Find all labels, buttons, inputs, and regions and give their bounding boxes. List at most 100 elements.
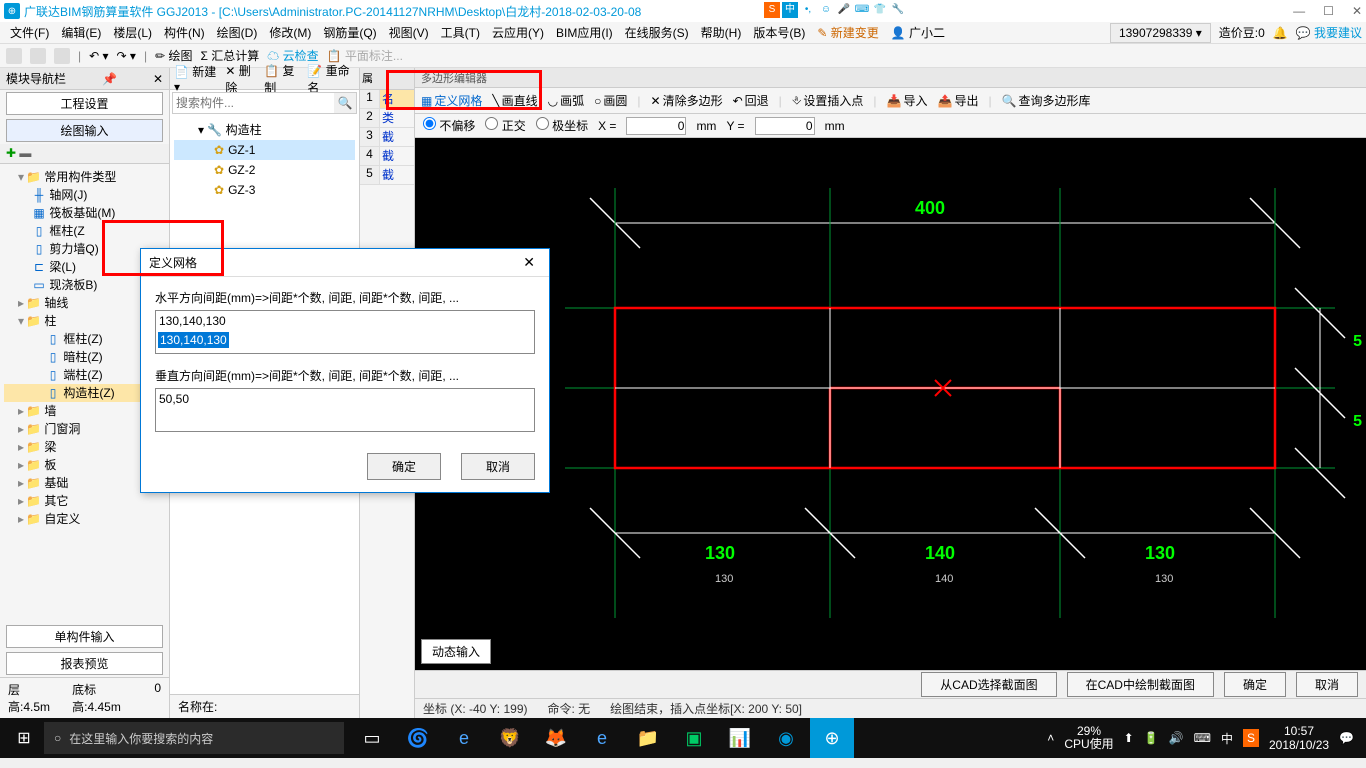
tray-sogou-icon[interactable]: S [1243,729,1259,747]
draw-arc-button[interactable]: ◡ 画弧 [548,92,585,109]
menu-online[interactable]: 在线服务(S) [619,24,695,41]
draw-line-button[interactable]: ╲ 画直线 [492,92,537,109]
taskbar-edge[interactable]: e [442,718,486,758]
radio-noshift[interactable]: 不偏移 [423,117,475,134]
tab-single-input[interactable]: 单构件输入 [6,625,163,648]
component-instance-tree[interactable]: ▾ 🔧 构造柱 ✿GZ-1 ✿GZ-2 ✿GZ-3 [170,116,359,204]
menu-modify[interactable]: 修改(M) [263,24,317,41]
radio-ortho[interactable]: 正交 [485,117,525,134]
menu-file[interactable]: 文件(F) [4,24,55,41]
tray-icon1[interactable]: ⬆ [1124,731,1134,745]
menu-floor[interactable]: 楼层(L) [107,24,158,41]
menu-rebar[interactable]: 钢筋量(Q) [317,24,382,41]
define-grid-button[interactable]: ▦ 定义网格 [421,92,482,109]
export-button[interactable]: 📤 导出 [938,92,979,109]
tray-notification-icon[interactable]: 💬 [1339,731,1354,745]
menu-bim[interactable]: BIM应用(I) [550,24,619,41]
new-component-button[interactable]: 📄 新建 ▾ [174,63,219,94]
taskbar-app3[interactable]: 📁 [626,718,670,758]
drawing-canvas[interactable]: 400 130 140 130 130 140 130 5 5 动态输入 [415,138,1366,670]
cancel-button[interactable]: 取消 [1296,672,1358,697]
tab-report[interactable]: 报表预览 [6,652,163,675]
menu-edit[interactable]: 编辑(E) [55,24,107,41]
radio-polar[interactable]: 极坐标 [536,117,588,134]
taskbar-ie[interactable]: e [580,718,624,758]
cpu-meter[interactable]: 29%CPU使用 [1064,725,1113,751]
dialog-cancel-button[interactable]: 取消 [461,453,535,480]
v-spacing-input[interactable] [155,388,535,432]
nav-close-icon[interactable]: ✕ [153,72,163,86]
tab-draw-input[interactable]: 绘图输入 [6,119,163,142]
maximize-button[interactable]: ☐ [1323,4,1334,18]
new-icon[interactable] [6,48,22,64]
rename-component-button[interactable]: 📝 重命名 [307,62,355,96]
tray-up-icon[interactable]: ˄ [1047,731,1054,745]
menu-tool[interactable]: 工具(T) [435,24,486,41]
taskbar-firefox[interactable]: 🦊 [534,718,578,758]
phone-field[interactable]: 13907298339 ▾ [1110,23,1211,43]
taskbar-app6[interactable]: ◉ [764,718,808,758]
taskbar-search[interactable]: ○ 在这里输入你要搜索的内容 [44,722,344,754]
redo-button[interactable]: ↷ ▾ [117,49,136,63]
clear-polygon-button[interactable]: ✕ 清除多边形 [651,92,723,109]
ime-skin-icon[interactable]: 👕 [872,2,888,18]
menu-cloud[interactable]: 云应用(Y) [486,24,550,41]
ime-tool-icon[interactable]: 🔧 [890,2,906,18]
start-button[interactable]: ⊞ [4,718,44,758]
minimize-button[interactable]: — [1293,4,1305,18]
tab-project-settings[interactable]: 工程设置 [6,92,163,115]
ime-emoji-icon[interactable]: ☺ [818,2,834,18]
dialog-close-icon[interactable]: ✕ [517,254,541,271]
close-button[interactable]: ✕ [1352,4,1362,18]
tray-clock[interactable]: 10:572018/10/23 [1269,724,1329,752]
component-search[interactable]: 🔍 [172,92,357,114]
tray-volume-icon[interactable]: 🔊 [1169,731,1184,745]
x-input[interactable] [626,117,686,135]
menu-draw[interactable]: 绘图(D) [211,24,264,41]
taskbar-app2[interactable]: 🦁 [488,718,532,758]
from-cad-button[interactable]: 从CAD选择截面图 [921,672,1056,697]
menu-version[interactable]: 版本号(B) [747,24,811,41]
ime-keyboard-icon[interactable]: ⌨ [854,2,870,18]
set-insert-button[interactable]: ⎀ 设置插入点 [792,92,864,109]
bell-icon[interactable]: 🔔 [1273,26,1288,40]
sogou-icon[interactable]: S [764,2,780,18]
component-gz1: ✿GZ-1 [174,140,355,160]
tray-battery-icon[interactable]: 🔋 [1144,731,1159,745]
dialog-ok-button[interactable]: 确定 [367,453,441,480]
search-input[interactable] [173,93,334,113]
import-button[interactable]: 📥 导入 [887,92,928,109]
undo-button[interactable]: ↶ ▾ [89,49,108,63]
tray-keyboard-icon[interactable]: ⌨ [1194,731,1211,745]
copy-component-button[interactable]: 📋 复制 [264,62,301,96]
taskbar-app4[interactable]: ▣ [672,718,716,758]
menu-component[interactable]: 构件(N) [158,24,211,41]
draw-button[interactable]: ✏ 绘图 [155,47,192,64]
ime-punct-icon[interactable]: •, [800,2,816,18]
user-label[interactable]: 👤 广小二 [885,24,951,41]
new-change-button[interactable]: ✎ 新建变更 [811,24,884,41]
taskbar-app5[interactable]: 📊 [718,718,762,758]
menu-view[interactable]: 视图(V) [383,24,435,41]
query-polygon-button[interactable]: 🔍 查询多边形库 [1002,92,1091,109]
nav-pin-icon[interactable]: 📌 [102,72,117,86]
ok-button[interactable]: 确定 [1224,672,1286,697]
suggest-button[interactable]: 💬 我要建议 [1296,24,1362,41]
task-view-icon[interactable]: ▭ [350,718,394,758]
tray-ime[interactable]: 中 [1221,730,1233,747]
back-button[interactable]: ↶ 回退 [733,92,769,109]
taskbar-current-app[interactable]: ⊕ [810,718,854,758]
ime-mic-icon[interactable]: 🎤 [836,2,852,18]
ime-cn-icon[interactable]: 中 [782,2,798,18]
to-cad-button[interactable]: 在CAD中绘制截面图 [1067,672,1214,697]
menu-help[interactable]: 帮助(H) [695,24,748,41]
search-icon[interactable]: 🔍 [334,93,356,113]
nav-title: 模块导航栏 [6,70,66,87]
delete-component-button[interactable]: ✕ 删除 [225,62,258,96]
y-input[interactable] [755,117,815,135]
dynamic-input-label[interactable]: 动态输入 [421,639,491,664]
taskbar-app1[interactable]: 🌀 [396,718,440,758]
save-icon[interactable] [54,48,70,64]
open-icon[interactable] [30,48,46,64]
draw-circle-button[interactable]: ○ 画圆 [594,92,627,109]
